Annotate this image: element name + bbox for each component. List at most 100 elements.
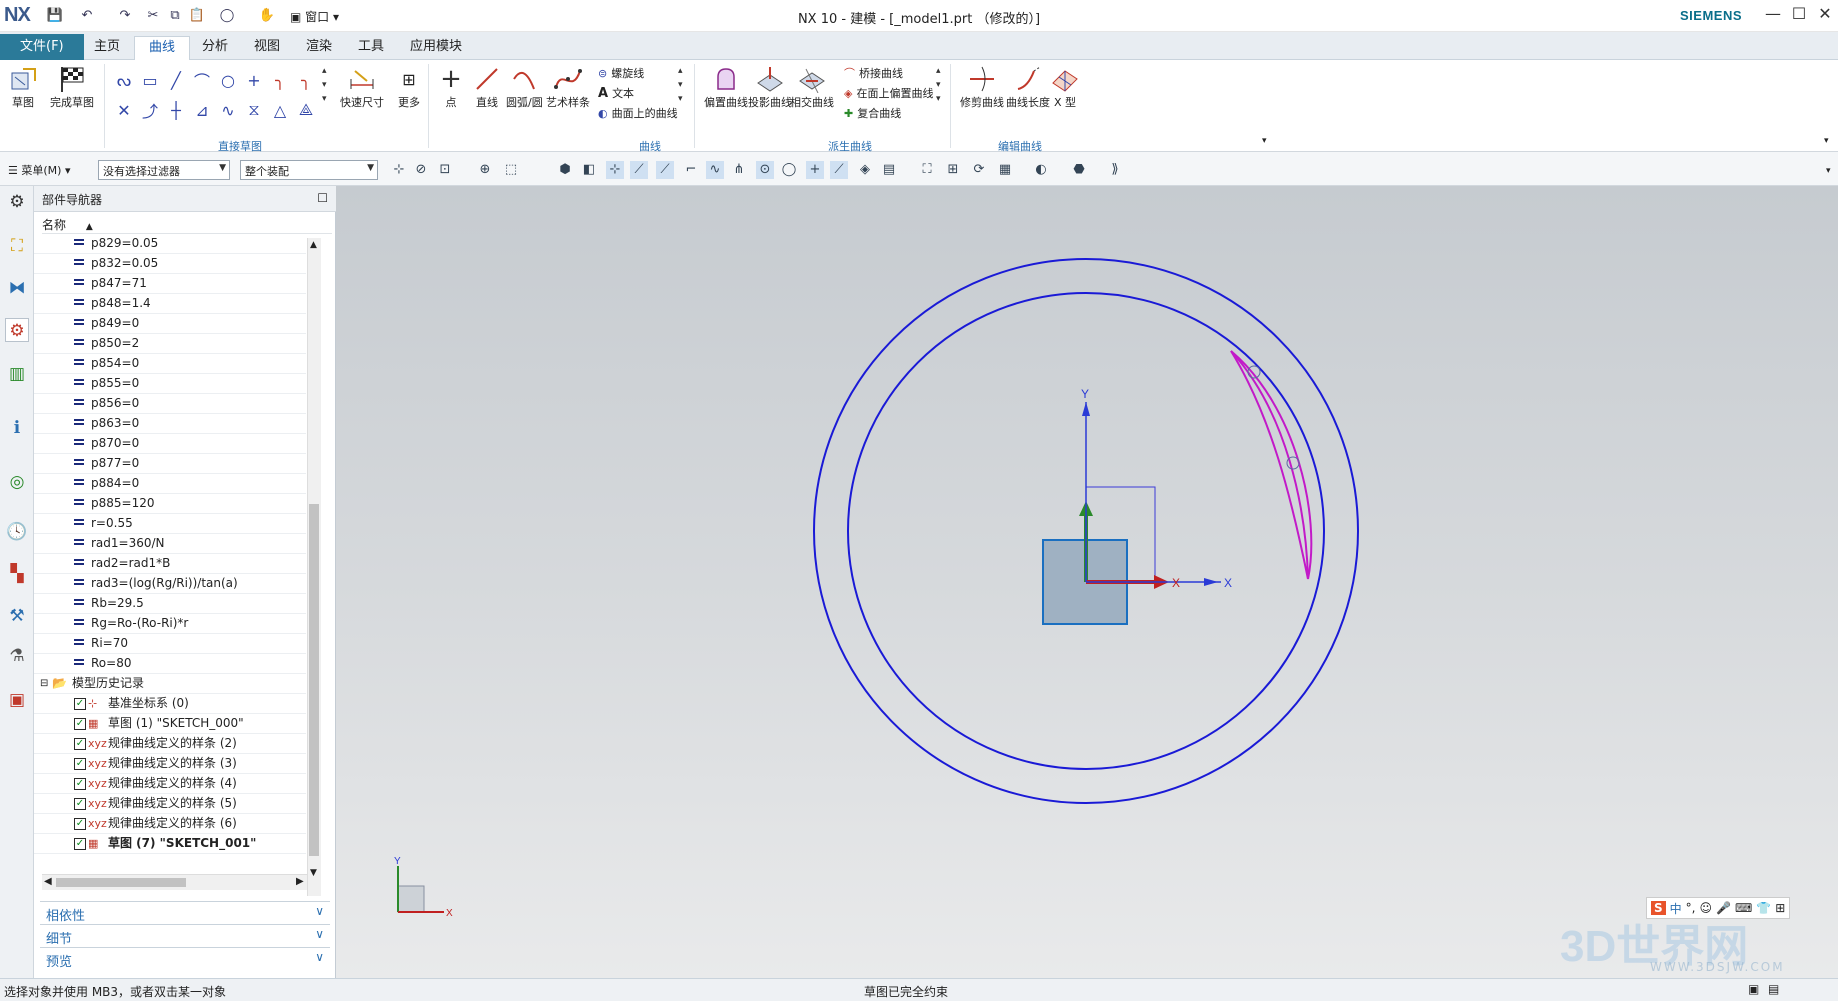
curve-length-button[interactable]: 曲线长度 [1006,64,1050,110]
scroll-up-arrow[interactable]: ▲ [310,240,317,250]
minimize-button[interactable]: — [1760,4,1786,26]
profile-icon[interactable]: ᔓ [112,68,136,92]
expression-row[interactable]: p854=0 [34,354,306,374]
snap-existing-point-icon[interactable]: + [806,161,824,179]
manufacturing-wizard-icon[interactable]: ⚗ [5,644,29,668]
snap-endpoint-icon[interactable]: ⊹ [606,161,624,179]
expression-row[interactable]: Ri=70 [34,634,306,654]
navigator-maximize-icon[interactable]: ☐ [317,191,328,205]
sketch-point-icon[interactable]: + [242,68,266,92]
spline-endpoint-marker[interactable] [1286,456,1300,470]
x-form-button[interactable]: X 型 [1050,64,1080,110]
history-item[interactable]: ✓ xyz 规律曲线定义的样条 (5) [34,794,306,814]
display-settings-icon[interactable]: ⟫ [1106,161,1124,179]
graphics-window[interactable]: Y X X Y X [336,186,1838,978]
model-view[interactable]: Y X X Y X [336,186,1838,978]
expression-row[interactable]: p885=120 [34,494,306,514]
snap-surface-icon[interactable]: ◈ [856,161,874,179]
tab-analysis[interactable]: 分析 [188,36,242,60]
derived-gallery-scroll[interactable]: ▴ ▾ ▾ [936,64,941,106]
scroll-down-arrow[interactable]: ▼ [310,868,317,878]
snap-arc-center-icon[interactable]: ⊙ [756,161,774,179]
panel-preview[interactable]: 预览 ∨ [40,947,330,970]
scope-select[interactable]: 整个装配 ▼ [240,160,378,180]
menu-button[interactable]: ☰ 菜单(M) ▾ [8,162,70,178]
history-item[interactable]: ✓ ▦ 草图 (7) "SKETCH_001" [34,834,306,854]
snap-on-line-icon[interactable]: ⟋ [830,161,848,179]
triangle-icon[interactable]: △ [268,98,292,122]
derived-lines-icon[interactable]: ⊿ [190,98,214,122]
fit-view-icon[interactable]: ⛶ [918,161,936,179]
history-folder-row[interactable]: ⊟ 📂 模型历史记录 [34,674,306,694]
spline-curve[interactable] [1230,350,1313,580]
expression-row[interactable]: p832=0.05 [34,254,306,274]
rotate-icon[interactable]: ⟳ [970,161,988,179]
constraint-navigator-icon[interactable]: ⧓ [5,276,29,300]
tab-application[interactable]: 应用模块 [396,36,476,60]
tab-tools[interactable]: 工具 [344,36,398,60]
intersect-curve-button[interactable]: 相交曲线 [790,64,834,110]
spline-curve[interactable] [1230,350,1309,580]
history-item[interactable]: ✓ xyz 规律曲线定义的样条 (3) [34,754,306,774]
visibility-checkbox[interactable]: ✓ [74,698,86,710]
render-style-icon[interactable]: ◐ [1032,161,1050,179]
expression-row[interactable]: p855=0 [34,374,306,394]
expression-row[interactable]: Rg=Ro-(Ro-Ri)*r [34,614,306,634]
close-button[interactable]: ✕ [1812,4,1838,26]
more-button[interactable]: ⊞ 更多 [394,64,424,110]
ribbon-options-arrow[interactable]: ▾ [1824,136,1829,146]
part-navigator-icon[interactable]: ⚙ [5,318,29,342]
navigator-scroll-thumb[interactable] [309,504,319,856]
zoom-icon[interactable]: ⊞ [944,161,962,179]
make-corner-icon[interactable]: ┼ [164,98,188,122]
expression-row[interactable]: p847=71 [34,274,306,294]
process-studio-icon[interactable]: ⚒ [5,604,29,628]
select-filter-icon[interactable]: ⊡ [436,161,454,179]
history-item[interactable]: ✓ xyz 规律曲线定义的样条 (4) [34,774,306,794]
palette-icon[interactable]: ▚ [5,562,29,586]
maximize-button[interactable]: ☐ [1786,4,1812,26]
group-options-arrow[interactable]: ▾ [1262,136,1267,146]
text-button[interactable]: A 文本 [598,84,678,104]
name-column-header[interactable]: 名称 ▲ [42,216,332,234]
expression-row[interactable]: p856=0 [34,394,306,414]
scroll-left-arrow[interactable]: ◀ [44,876,52,887]
web-browser-icon[interactable]: ◎ [5,470,29,494]
visibility-checkbox[interactable]: ✓ [74,818,86,830]
quick-extend-icon[interactable]: ⤴ [138,98,162,122]
history-item[interactable]: ✓ xyz 规律曲线定义的样条 (2) [34,734,306,754]
expression-row[interactable]: r=0.55 [34,514,306,534]
visibility-checkbox[interactable]: ✓ [74,758,86,770]
expression-row[interactable]: p877=0 [34,454,306,474]
expression-row[interactable]: p884=0 [34,474,306,494]
full-screen-icon[interactable]: ▣ [1748,982,1759,996]
visibility-checkbox[interactable]: ✓ [74,798,86,810]
panel-dependencies[interactable]: 相依性 ∨ [40,901,330,924]
circle-icon[interactable]: ○ [216,68,240,92]
general-selection-icon[interactable]: ⊹ [390,161,408,179]
composite-curve-button[interactable]: ✚ 复合曲线 [844,104,933,124]
snap-midpoint-icon[interactable]: ⟋ [630,161,648,179]
finish-sketch-button[interactable]: 完成草图 [50,64,94,110]
expression-row[interactable]: p829=0.05 [34,238,306,254]
spline-curve[interactable] [1230,350,1309,580]
law-splines[interactable] [1230,350,1313,580]
trim-curve-button[interactable]: 修剪曲线 [960,64,1004,110]
snap-settings-icon[interactable]: ⊕ [476,161,494,179]
history-item[interactable]: ✓ xyz 规律曲线定义的样条 (6) [34,814,306,834]
polygon-icon[interactable]: ⟁ [294,98,318,122]
bridge-curve-button[interactable]: ⌒ 桥接曲线 [844,64,933,84]
expression-row[interactable]: Rb=29.5 [34,594,306,614]
expression-row[interactable]: p870=0 [34,434,306,454]
snap-tangent-icon[interactable]: ⌐ [682,161,700,179]
offset-curve-button[interactable]: 偏置曲线 [704,64,748,110]
expression-row[interactable]: p850=2 [34,334,306,354]
offset-in-face-button[interactable]: ◈ 在面上偏置曲线 [844,84,933,104]
project-curve-button[interactable]: 投影曲线 [748,64,792,110]
snap-intersection-icon[interactable]: ⋔ [730,161,748,179]
helix-button[interactable]: ⊜ 螺旋线 [598,64,678,84]
curve-gallery-scroll[interactable]: ▴ ▾ ▾ [678,64,683,106]
expression-row[interactable]: p849=0 [34,314,306,334]
tab-render[interactable]: 渲染 [292,36,346,60]
history-item[interactable]: ✓ ⊹ 基准坐标系 (0) [34,694,306,714]
